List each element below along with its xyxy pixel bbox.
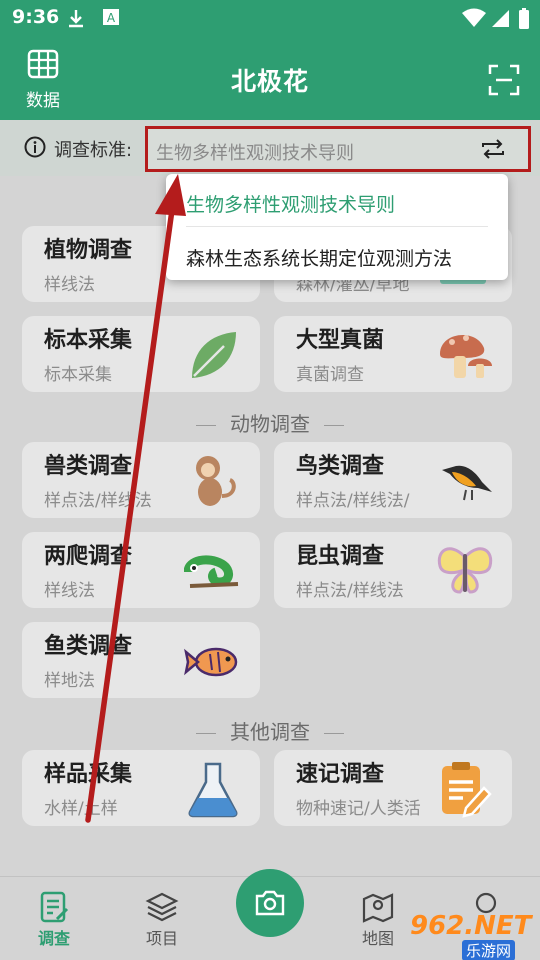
download-icon: [69, 10, 83, 28]
standard-dropdown: 生物多样性观测技术导则 森林生态系统长期定位观测方法: [166, 174, 508, 280]
card-subtitle: 标本采集: [44, 365, 112, 385]
monkey-icon: [196, 456, 236, 506]
notepad-icon: [442, 762, 492, 818]
flask-icon: [188, 762, 238, 818]
title-bar: 数据 北极花: [0, 36, 540, 120]
standard-label: 调查标准:: [54, 140, 133, 161]
card-specimen-collection[interactable]: 标本采集 标本采集: [22, 316, 260, 392]
card-quick-note[interactable]: 速记调查 物种速记/人类活: [274, 750, 512, 826]
card-subtitle: 样点法/样线法: [44, 491, 152, 511]
card-subtitle: 样地法: [44, 671, 95, 691]
nav-survey[interactable]: 调查: [24, 891, 84, 949]
chameleon-icon: [184, 555, 239, 588]
card-title: 速记调查: [296, 762, 385, 787]
page-title: 北极花: [230, 67, 309, 96]
standard-select[interactable]: 生物多样性观测技术导则: [145, 126, 531, 172]
card-subtitle: 物种速记/人类活: [296, 799, 421, 819]
notification-icon: A: [103, 9, 119, 25]
card-title: 样品采集: [44, 762, 133, 787]
standard-bar: 调查标准: 生物多样性观测技术导则: [0, 120, 540, 176]
card-title: 两爬调查: [44, 544, 133, 569]
nav-map-label: 地图: [361, 929, 394, 948]
card-herp-survey[interactable]: 两爬调查 样线法: [22, 532, 260, 608]
dropdown-option-forest[interactable]: 森林生态系统长期定位观测方法: [186, 244, 452, 271]
camera-button[interactable]: [236, 869, 304, 937]
nav-project-label: 项目: [145, 929, 178, 948]
card-title: 大型真菌: [296, 328, 385, 353]
watermark-text: 962.NET: [410, 911, 532, 941]
svg-text:A: A: [107, 11, 116, 25]
card-title: 标本采集: [44, 328, 133, 353]
signal-icon: [492, 10, 509, 27]
scan-icon[interactable]: [488, 64, 520, 96]
mushroom-icon: [440, 335, 492, 378]
camera-icon: [255, 890, 285, 916]
card-subtitle: 样点法/样线法: [296, 581, 404, 601]
card-sample-collection[interactable]: 样品采集 水样/土样: [22, 750, 260, 826]
card-subtitle: 样点法/样线法/: [296, 491, 410, 511]
card-title: 鱼类调查: [44, 634, 133, 659]
nav-survey-label: 调查: [37, 929, 70, 948]
card-title: 昆虫调查: [296, 544, 385, 569]
swap-icon[interactable]: [480, 138, 506, 160]
battery-icon: [519, 8, 529, 29]
status-bar: 9:36 A: [0, 0, 540, 36]
layers-icon: [145, 892, 179, 922]
site-watermark: 962.NET 乐游网: [400, 911, 534, 960]
card-mammal-survey[interactable]: 兽类调查 样点法/样线法: [22, 442, 260, 518]
map-icon: [362, 893, 394, 923]
watermark-sub: 乐游网: [462, 940, 516, 960]
bottom-nav: 调查 项目 地图 962.NET 乐游网: [0, 869, 540, 960]
section-other: 其他调查: [0, 716, 540, 745]
card-bird-survey[interactable]: 鸟类调查 样点法/样线法/: [274, 442, 512, 518]
card-insect-survey[interactable]: 昆虫调查 样点法/样线法: [274, 532, 512, 608]
section-animal: 动物调查: [0, 408, 540, 437]
card-title: 鸟类调查: [296, 454, 385, 479]
bird-icon: [442, 465, 492, 501]
dropdown-option-biodiversity[interactable]: 生物多样性观测技术导则: [186, 190, 395, 217]
card-subtitle: 水样/土样: [44, 799, 118, 819]
card-title: 植物调查: [44, 238, 133, 263]
nav-project[interactable]: 项目: [132, 891, 192, 949]
leaf-icon: [192, 332, 236, 378]
nav-map[interactable]: 地图: [348, 891, 408, 949]
card-macrofungi[interactable]: 大型真菌 真菌调查: [274, 316, 512, 392]
wifi-icon: [462, 8, 486, 27]
dropdown-divider: [186, 226, 488, 227]
card-fish-survey[interactable]: 鱼类调查 样地法: [22, 622, 260, 698]
status-time: 9:36: [12, 6, 60, 28]
app-header: 9:36 A 数据 北极花: [0, 0, 540, 120]
card-title: 兽类调查: [44, 454, 133, 479]
card-subtitle: 真菌调查: [296, 365, 364, 385]
card-subtitle: 样线法: [44, 275, 95, 295]
card-subtitle: 样线法: [44, 581, 95, 601]
survey-grid: 植物调查 样线法 森林/灌丛/草地 标本采集 标本采集 大型真菌 真菌调查 动物…: [0, 176, 540, 876]
fish-icon: [184, 647, 238, 677]
butterfly-icon: [437, 547, 493, 594]
info-icon: [24, 136, 46, 158]
survey-icon: [40, 891, 69, 923]
standard-value: 生物多样性观测技术导则: [156, 143, 354, 164]
